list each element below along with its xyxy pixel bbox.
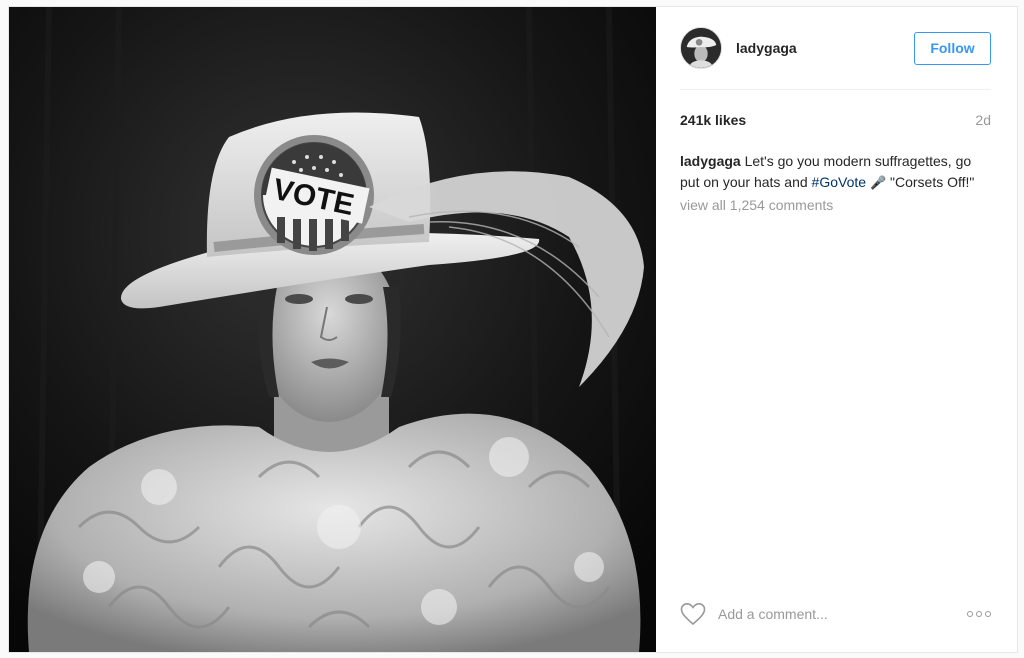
post-details-panel: ladygaga Follow 241k likes 2d ladygaga L… (656, 7, 1017, 652)
post-timestamp[interactable]: 2d (975, 112, 991, 128)
more-dot (967, 611, 973, 617)
view-all-comments-link[interactable]: view all 1,254 comments (680, 197, 991, 213)
likes-count[interactable]: 241k likes (680, 112, 746, 128)
avatar[interactable] (680, 27, 722, 69)
microphone-emoji: 🎤 (869, 175, 887, 190)
post-caption: ladygaga Let's go you modern suffragette… (680, 151, 991, 193)
heart-icon[interactable] (680, 602, 706, 626)
more-dot (976, 611, 982, 617)
post-photo[interactable]: VOTE (9, 7, 656, 652)
comment-bar (680, 602, 991, 626)
post-header: ladygaga Follow (680, 7, 991, 90)
post-stats: 241k likes 2d (680, 112, 991, 128)
username-link[interactable]: ladygaga (736, 40, 914, 56)
post-card: VOTE ladygaga Follow 241k likes 2d ladyg… (8, 6, 1018, 653)
caption-hashtag[interactable]: #GoVote (812, 174, 867, 190)
caption-text-end: "Corsets Off!" (890, 174, 975, 190)
post-photo-illustration: VOTE (9, 7, 656, 652)
more-dot (985, 611, 991, 617)
caption-username[interactable]: ladygaga (680, 153, 741, 169)
more-options-icon[interactable] (961, 607, 991, 621)
follow-button[interactable]: Follow (914, 31, 991, 65)
add-comment-input[interactable] (718, 606, 961, 622)
avatar-image (681, 28, 721, 68)
